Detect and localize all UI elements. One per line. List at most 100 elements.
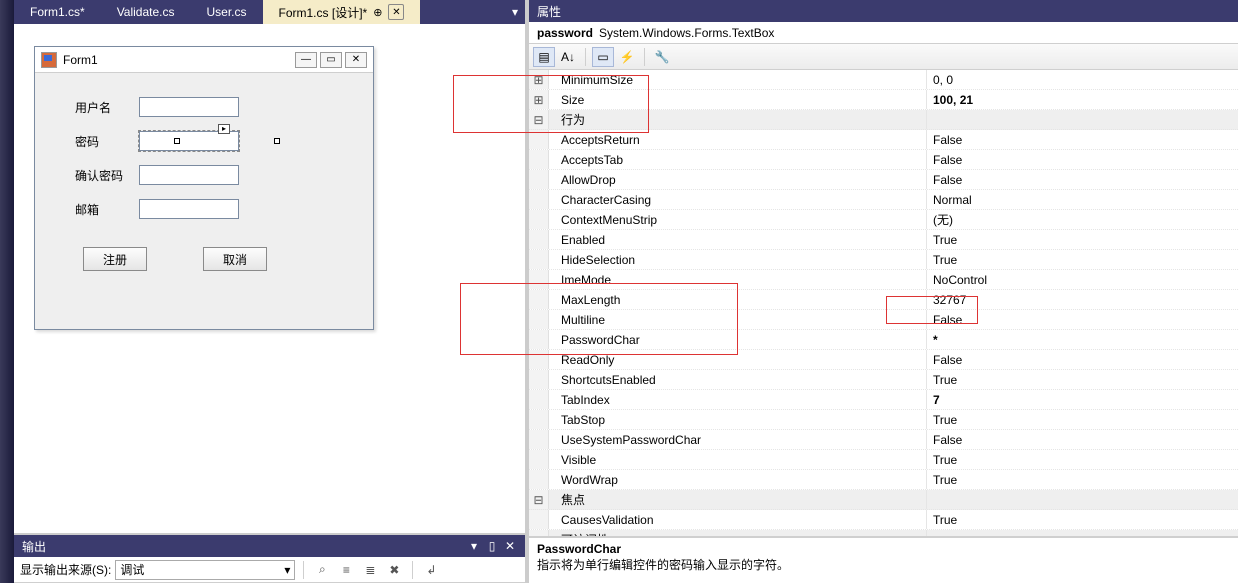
property-row[interactable]: AcceptsTabFalse: [529, 150, 1238, 170]
property-value[interactable]: False: [927, 130, 1238, 149]
property-category[interactable]: ⊟焦点: [529, 490, 1238, 510]
property-name[interactable]: WordWrap: [549, 470, 927, 489]
alphabetical-icon[interactable]: A↓: [557, 47, 579, 67]
property-name[interactable]: TabStop: [549, 410, 927, 429]
property-value[interactable]: [927, 110, 1238, 129]
form-designer-surface[interactable]: Form1 — ▭ ✕ 用户名 密码 ▸: [14, 24, 525, 533]
wrap-icon[interactable]: ↲: [421, 560, 441, 580]
tab-validate-cs[interactable]: Validate.cs: [101, 0, 191, 24]
design-form-window[interactable]: Form1 — ▭ ✕ 用户名 密码 ▸: [34, 46, 374, 330]
property-row[interactable]: EnabledTrue: [529, 230, 1238, 250]
tab-form1-cs[interactable]: Form1.cs*: [14, 0, 101, 24]
expand-icon[interactable]: ⊟: [529, 490, 549, 509]
property-row[interactable]: WordWrapTrue: [529, 470, 1238, 490]
property-name[interactable]: CausesValidation: [549, 510, 927, 529]
property-value[interactable]: 7: [927, 390, 1238, 409]
object-selector[interactable]: password System.Windows.Forms.TextBox: [529, 22, 1238, 44]
textbox-confirm[interactable]: [139, 165, 239, 185]
label-email[interactable]: 邮箱: [75, 201, 139, 218]
clear-icon[interactable]: ✖: [384, 560, 404, 580]
close-window-icon[interactable]: ✕: [345, 52, 367, 68]
property-name[interactable]: Enabled: [549, 230, 927, 249]
expand-icon[interactable]: ⊟: [529, 530, 549, 537]
find-icon[interactable]: ⌕: [312, 560, 332, 580]
property-value[interactable]: 0, 0: [927, 70, 1238, 89]
property-name[interactable]: HideSelection: [549, 250, 927, 269]
tab-form1-design[interactable]: Form1.cs [设计]* ⊕ ✕: [263, 0, 421, 24]
property-value[interactable]: True: [927, 410, 1238, 429]
label-password[interactable]: 密码: [75, 133, 139, 150]
property-name[interactable]: ContextMenuStrip: [549, 210, 927, 229]
property-row[interactable]: CausesValidationTrue: [529, 510, 1238, 530]
goto-next-icon[interactable]: ≣: [360, 560, 380, 580]
label-username[interactable]: 用户名: [75, 99, 139, 116]
property-row[interactable]: VisibleTrue: [529, 450, 1238, 470]
property-name[interactable]: CharacterCasing: [549, 190, 927, 209]
property-pages-icon[interactable]: 🔧: [651, 47, 673, 67]
property-name[interactable]: TabIndex: [549, 390, 927, 409]
resize-handle-left[interactable]: [174, 138, 180, 144]
label-confirm[interactable]: 确认密码: [75, 167, 139, 184]
property-value[interactable]: [927, 530, 1238, 537]
property-row[interactable]: TabIndex7: [529, 390, 1238, 410]
property-value[interactable]: [927, 490, 1238, 509]
textbox-password[interactable]: [139, 131, 239, 151]
chevron-down-icon[interactable]: ▾: [467, 539, 481, 553]
property-name[interactable]: 焦点: [549, 490, 927, 509]
property-value[interactable]: Normal: [927, 190, 1238, 209]
textbox-username[interactable]: [139, 97, 239, 117]
categorized-icon[interactable]: ▤: [533, 47, 555, 67]
property-value[interactable]: False: [927, 430, 1238, 449]
pin-icon[interactable]: ▯: [485, 539, 499, 553]
pin-icon[interactable]: ⊕: [373, 6, 382, 19]
output-header[interactable]: 输出 ▾ ▯ ✕: [14, 535, 525, 557]
minimize-icon[interactable]: —: [295, 52, 317, 68]
properties-icon[interactable]: ▭: [592, 47, 614, 67]
property-value[interactable]: True: [927, 450, 1238, 469]
property-name[interactable]: Visible: [549, 450, 927, 469]
property-row[interactable]: CharacterCasingNormal: [529, 190, 1238, 210]
property-value[interactable]: True: [927, 250, 1238, 269]
property-value[interactable]: True: [927, 510, 1238, 529]
property-row[interactable]: TabStopTrue: [529, 410, 1238, 430]
property-category[interactable]: ⊟可访问性: [529, 530, 1238, 537]
property-value[interactable]: True: [927, 470, 1238, 489]
goto-prev-icon[interactable]: ≡: [336, 560, 356, 580]
property-value[interactable]: 100, 21: [927, 90, 1238, 109]
close-icon[interactable]: ✕: [388, 4, 404, 20]
events-icon[interactable]: ⚡: [616, 47, 638, 67]
property-name[interactable]: AllowDrop: [549, 170, 927, 189]
property-name[interactable]: 可访问性: [549, 530, 927, 537]
property-name[interactable]: ShortcutsEnabled: [549, 370, 927, 389]
tab-overflow-button[interactable]: ▾: [505, 0, 525, 24]
textbox-email[interactable]: [139, 199, 239, 219]
property-row[interactable]: HideSelectionTrue: [529, 250, 1238, 270]
property-row[interactable]: ContextMenuStrip(无): [529, 210, 1238, 230]
properties-header[interactable]: 属性: [529, 0, 1238, 22]
document-tabs: Form1.cs* Validate.cs User.cs Form1.cs […: [14, 0, 525, 24]
resize-handle-right[interactable]: [274, 138, 280, 144]
output-source-select[interactable]: 调试 ▾: [115, 560, 295, 580]
property-value[interactable]: True: [927, 230, 1238, 249]
maximize-icon[interactable]: ▭: [320, 52, 342, 68]
property-row[interactable]: AcceptsReturnFalse: [529, 130, 1238, 150]
close-icon[interactable]: ✕: [503, 539, 517, 553]
property-value[interactable]: NoControl: [927, 270, 1238, 289]
property-value[interactable]: *: [927, 330, 1238, 349]
property-value[interactable]: False: [927, 170, 1238, 189]
register-button[interactable]: 注册: [83, 247, 147, 271]
property-row[interactable]: UseSystemPasswordCharFalse: [529, 430, 1238, 450]
property-name[interactable]: UseSystemPasswordChar: [549, 430, 927, 449]
property-value[interactable]: False: [927, 350, 1238, 369]
smart-tag-icon[interactable]: ▸: [218, 124, 230, 134]
property-value[interactable]: False: [927, 150, 1238, 169]
side-tool-stripe[interactable]: [0, 0, 14, 583]
property-value[interactable]: (无): [927, 210, 1238, 229]
property-name[interactable]: AcceptsTab: [549, 150, 927, 169]
property-row[interactable]: ShortcutsEnabledTrue: [529, 370, 1238, 390]
property-row[interactable]: AllowDropFalse: [529, 170, 1238, 190]
form-client-area[interactable]: 用户名 密码 ▸ 确认密码 邮箱: [35, 73, 373, 285]
cancel-button[interactable]: 取消: [203, 247, 267, 271]
property-value[interactable]: True: [927, 370, 1238, 389]
tab-user-cs[interactable]: User.cs: [191, 0, 263, 24]
